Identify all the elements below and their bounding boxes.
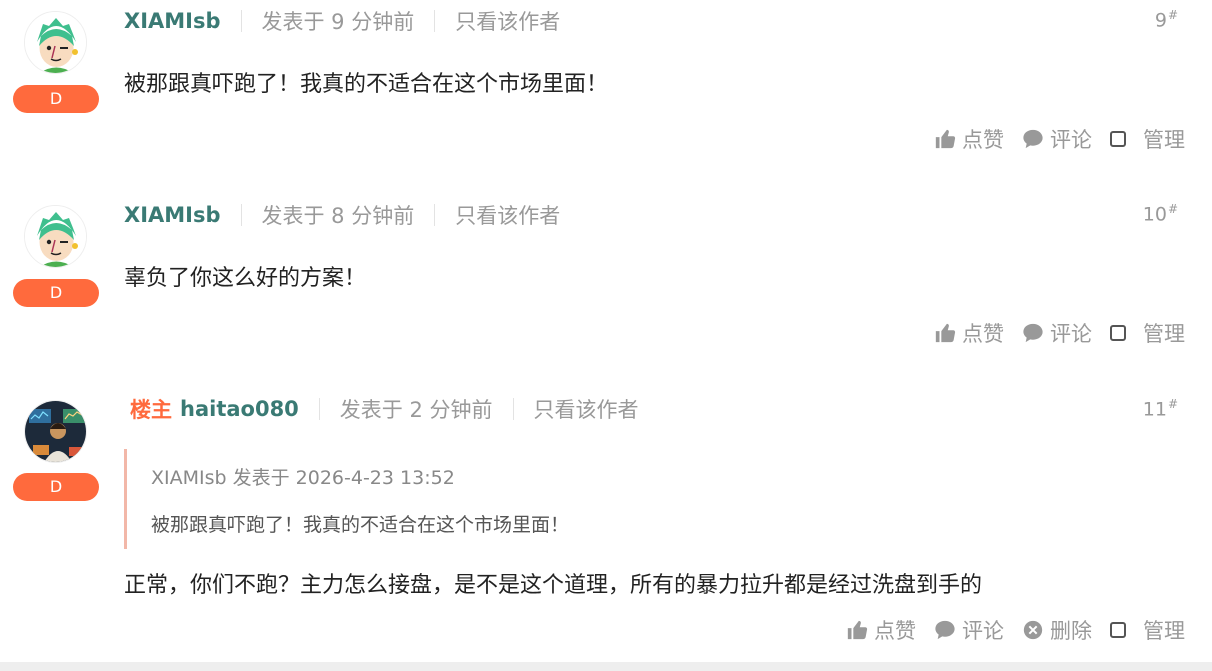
comment-button[interactable]: 评论 [934,615,1004,645]
manage-checkbox[interactable] [1110,325,1126,341]
thread-owner-tag: 楼主 [130,398,172,422]
manage-checkbox[interactable] [1110,131,1126,147]
level-badge: D [13,279,99,307]
comment-icon [1023,323,1043,343]
user-avatar[interactable] [24,205,87,268]
divider [240,204,242,226]
delete-x-icon [1023,620,1043,640]
floor-number-value: 9 [1154,9,1167,32]
post-actions: 点赞 评论 管理 [916,124,1185,154]
divider [512,398,514,420]
level-badge: D [13,473,99,501]
post-actions: 点赞 评论 删除 管理 [828,615,1185,645]
thumb-up-icon [935,129,956,149]
zoro-avatar-image [25,206,86,267]
quote-body: 被那跟真吓跑了！我真的不适合在这个市场里面！ [151,514,570,536]
floor-number: 10# [1143,202,1178,225]
comment-button[interactable]: 评论 [1022,124,1092,154]
manage-button[interactable]: 管理 [1110,318,1185,348]
post-meta: XIAMIsb 发表于 9 分钟前 只看该作者 [124,6,560,36]
like-label: 点赞 [962,322,1004,346]
level-badge: D [13,85,99,113]
floor-number: 9# [1155,8,1178,31]
user-avatar[interactable] [24,11,87,74]
like-button[interactable]: 点赞 [934,124,1004,154]
comment-icon [935,620,955,640]
delete-button[interactable]: 删除 [1022,615,1092,645]
username[interactable]: XIAMIsb [124,9,221,33]
thumb-up-icon [847,620,868,640]
zoro-avatar-image [25,12,86,73]
like-button[interactable]: 点赞 [846,615,916,645]
post-actions: 点赞 评论 管理 [916,318,1185,348]
divider [434,204,436,226]
manage-label: 管理 [1143,322,1185,346]
post-content: 被那跟真吓跑了！我真的不适合在这个市场里面！ [124,72,609,97]
floor-number-value: 11 [1142,398,1167,421]
quote-header: XIAMIsb 发表于 2026-4-23 13:52 [151,467,455,489]
manage-checkbox[interactable] [1110,622,1126,638]
only-author-link[interactable]: 只看该作者 [455,200,560,230]
comment-label: 评论 [962,619,1004,643]
post-content: 辜负了你这么好的方案！ [124,266,367,291]
manage-label: 管理 [1143,619,1185,643]
thumb-up-icon [935,323,956,343]
bottom-divider [0,662,1212,671]
floor-number-value: 10 [1142,203,1167,226]
quoted-post: XIAMIsb 发表于 2026-4-23 13:52 被那跟真吓跑了！我真的不… [124,449,644,549]
username[interactable]: XIAMIsb [124,203,221,227]
post-time: 发表于 9 分钟前 [261,10,415,34]
username[interactable]: haitao080 [180,397,299,421]
delete-label: 删除 [1050,619,1092,643]
floor-mark: # [1167,397,1178,411]
post-meta: 楼主 haitao080 发表于 2 分钟前 只看该作者 [130,394,639,424]
only-author-link[interactable]: 只看该作者 [455,6,560,36]
only-author-link[interactable]: 只看该作者 [534,394,639,424]
trader-avatar-image [25,401,86,462]
like-button[interactable]: 点赞 [934,318,1004,348]
floor-mark: # [1167,202,1178,216]
divider [318,398,320,420]
post-content: 正常，你们不跑？主力怎么接盘，是不是这个道理，所有的暴力拉升都是经过洗盘到手的 [124,573,983,598]
comment-icon [1023,129,1043,149]
post-time: 发表于 2 分钟前 [339,398,493,422]
manage-label: 管理 [1143,128,1185,152]
like-label: 点赞 [874,619,916,643]
post-time: 发表于 8 分钟前 [261,204,415,228]
divider [434,10,436,32]
user-avatar[interactable] [24,400,87,463]
like-label: 点赞 [962,128,1004,152]
divider [240,10,242,32]
floor-mark: # [1167,8,1178,22]
manage-button[interactable]: 管理 [1110,124,1185,154]
comment-label: 评论 [1050,322,1092,346]
floor-number: 11# [1143,397,1178,420]
comment-button[interactable]: 评论 [1022,318,1092,348]
post-meta: XIAMIsb 发表于 8 分钟前 只看该作者 [124,200,560,230]
manage-button[interactable]: 管理 [1110,615,1185,645]
comment-label: 评论 [1050,128,1092,152]
